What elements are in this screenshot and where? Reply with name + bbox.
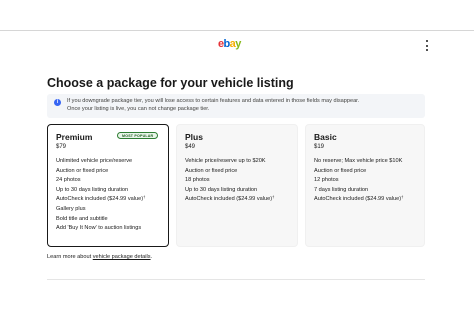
menu-dot (426, 49, 428, 51)
package-name: Basic (314, 132, 337, 142)
feature-item: Bold title and subtitle (56, 215, 108, 222)
feature-item: AutoCheck included ($24.99 value)† (314, 195, 416, 205)
feature-item: AutoCheck included ($24.99 value)† (56, 195, 160, 205)
feature-text: AutoCheck included ($24.99 value) (314, 196, 402, 203)
menu-dot (426, 44, 428, 47)
logo-letter: y (235, 38, 241, 50)
footnote-mark: † (272, 194, 275, 200)
downgrade-notice: i If you downgrade package tier, you wil… (47, 94, 425, 118)
package-price: $79 (56, 144, 67, 150)
feature-item: Unlimited vehicle price/reserve (56, 158, 133, 164)
info-icon: i (54, 99, 61, 106)
top-divider (0, 30, 474, 31)
more-vertical-icon[interactable] (424, 40, 430, 51)
package-name: Plus (185, 132, 203, 142)
feature-text: AutoCheck included ($24.99 value) (56, 196, 144, 203)
page-title: Choose a package for your vehicle listin… (47, 76, 294, 90)
feature-item: 12 photos (314, 177, 339, 184)
feature-item: Gallery plus (56, 205, 86, 212)
ebay-logo[interactable]: ebay (218, 38, 241, 50)
feature-item: No reserve; Max vehicle price $10K (314, 158, 403, 164)
feature-list: Unlimited vehicle price/reserve Auction … (56, 157, 160, 234)
package-price: $49 (185, 144, 196, 150)
feature-item: 24 photos (56, 177, 81, 184)
feature-item: Vehicle price/reserve up to $20K (185, 158, 266, 164)
vehicle-package-details-link[interactable]: vehicle package details (93, 254, 151, 260)
notice-line-1: If you downgrade package tier, you will … (67, 98, 360, 104)
package-card-plus[interactable]: Plus $49 Vehicle price/reserve up to $20… (176, 124, 298, 247)
feature-text: AutoCheck included ($24.99 value) (185, 196, 273, 203)
feature-item: 18 photos (185, 177, 210, 184)
feature-item: Auction or fixed price (314, 167, 367, 174)
bottom-divider (47, 279, 425, 280)
footnote-mark: † (143, 194, 146, 200)
feature-item: Auction or fixed price (185, 167, 238, 174)
learn-more-suffix: . (150, 254, 153, 260)
feature-item: AutoCheck included ($24.99 value)† (185, 195, 289, 205)
most-popular-badge: MOST POPULAR (117, 132, 159, 139)
feature-list: Vehicle price/reserve up to $20K Auction… (185, 157, 289, 205)
feature-item: Auction or fixed price (56, 167, 109, 174)
learn-more-text: Learn more about vehicle package details… (47, 253, 152, 261)
footnote-mark: † (401, 194, 404, 200)
learn-more-prefix: Learn more about (47, 254, 93, 260)
package-card-premium[interactable]: Premium MOST POPULAR $79 Unlimited vehic… (47, 124, 169, 247)
feature-item: Add 'Buy It Now' to auction listings (56, 225, 142, 232)
package-card-basic[interactable]: Basic $19 No reserve; Max vehicle price … (305, 124, 425, 247)
package-price: $19 (314, 144, 325, 150)
notice-line-2: Once your listing is live, you can not c… (67, 106, 210, 112)
menu-dot (426, 40, 428, 42)
feature-list: No reserve; Max vehicle price $10K Aucti… (314, 157, 416, 205)
